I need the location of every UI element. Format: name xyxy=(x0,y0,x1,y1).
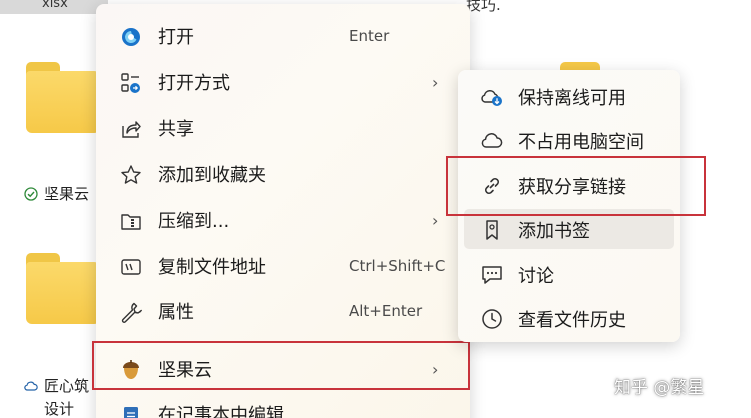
menu-item-label: 添加到收藏夹 xyxy=(158,165,266,186)
link-icon xyxy=(480,175,504,197)
folder-icon[interactable] xyxy=(26,253,100,325)
background-file-tab[interactable]: xlsx xyxy=(0,0,108,14)
menu-item-open[interactable]: 打开 Enter xyxy=(102,16,464,56)
submenu-item-free-up-space[interactable]: 不占用电脑空间 xyxy=(464,120,674,160)
submenu-item-label: 获取分享链接 xyxy=(518,177,626,198)
check-circle-icon xyxy=(24,187,38,201)
menu-item-shortcut: Enter xyxy=(349,27,390,45)
submenu-item-file-history[interactable]: 查看文件历史 xyxy=(464,298,674,338)
submenu-item-label: 保持离线可用 xyxy=(518,88,626,109)
submenu-item-label: 讨论 xyxy=(518,266,554,287)
menu-item-label: 在记事本中编辑 xyxy=(158,405,284,418)
context-menu: 打开 Enter 打开方式 › 共享 添加到收藏夹 压缩到... › 复制文件地… xyxy=(96,4,470,418)
notepad-icon xyxy=(120,404,142,418)
folder-icon[interactable] xyxy=(26,62,100,134)
background-file-tab-label: xlsx xyxy=(42,0,68,11)
folder-label: 坚果云 xyxy=(44,185,90,203)
chevron-right-icon: › xyxy=(432,359,439,379)
menu-item-add-to-favorites[interactable]: 添加到收藏夹 xyxy=(102,154,464,194)
open-with-icon xyxy=(120,72,142,94)
menu-item-label: 坚果云 xyxy=(158,360,212,381)
submenu-item-label: 查看文件历史 xyxy=(518,310,626,331)
menu-item-label: 压缩到... xyxy=(158,211,230,232)
zip-folder-icon xyxy=(120,210,142,232)
submenu-item-get-share-link[interactable]: 获取分享链接 xyxy=(464,165,674,205)
menu-item-jianguoyun[interactable]: 坚果云 › xyxy=(102,349,464,389)
chat-icon xyxy=(480,264,504,286)
background-right-text: 技巧. xyxy=(466,0,501,14)
menu-item-share[interactable]: 共享 xyxy=(102,108,464,148)
menu-item-open-with[interactable]: 打开方式 › xyxy=(102,62,464,102)
wrench-icon xyxy=(120,301,142,323)
menu-item-copy-path[interactable]: 复制文件地址 Ctrl+Shift+C xyxy=(102,246,464,286)
jianguoyun-submenu: 保持离线可用 不占用电脑空间 获取分享链接 添加书签 讨论 查看文件历史 xyxy=(458,70,680,342)
chevron-right-icon: › xyxy=(432,210,439,230)
submenu-item-add-bookmark[interactable]: 添加书签 xyxy=(464,209,674,249)
menu-item-label: 打开 xyxy=(158,27,194,48)
menu-item-shortcut: Ctrl+Shift+C xyxy=(349,257,446,275)
menu-item-label: 复制文件地址 xyxy=(158,257,266,278)
menu-item-compress[interactable]: 压缩到... › xyxy=(102,200,464,240)
submenu-item-label: 不占用电脑空间 xyxy=(518,132,644,153)
cloud-offline-icon xyxy=(480,86,504,108)
bookmark-icon xyxy=(480,219,504,241)
copy-path-icon xyxy=(120,256,142,278)
star-icon xyxy=(120,164,142,186)
history-icon xyxy=(480,308,504,330)
menu-item-label: 属性 xyxy=(158,302,194,323)
menu-item-label: 共享 xyxy=(158,119,194,140)
submenu-item-label: 添加书签 xyxy=(518,221,590,242)
folder-label: 匠心筑 xyxy=(44,377,90,395)
menu-item-properties[interactable]: 属性 Alt+Enter xyxy=(102,291,464,331)
submenu-item-keep-offline[interactable]: 保持离线可用 xyxy=(464,76,674,116)
menu-item-shortcut: Alt+Enter xyxy=(349,302,423,320)
share-icon xyxy=(120,118,142,140)
cloud-icon xyxy=(24,379,38,393)
watermark: 知乎 @繁星 xyxy=(614,378,705,398)
menu-item-edit-in-notepad[interactable]: 在记事本中编辑 xyxy=(102,394,464,418)
jianguoyun-open-icon xyxy=(120,26,142,48)
acorn-icon xyxy=(120,359,142,381)
folder-label-line2: 设计 xyxy=(44,400,75,418)
submenu-item-discuss[interactable]: 讨论 xyxy=(464,254,674,294)
chevron-right-icon: › xyxy=(432,72,439,92)
menu-item-label: 打开方式 xyxy=(158,73,230,94)
cloud-outline-icon xyxy=(480,130,504,152)
